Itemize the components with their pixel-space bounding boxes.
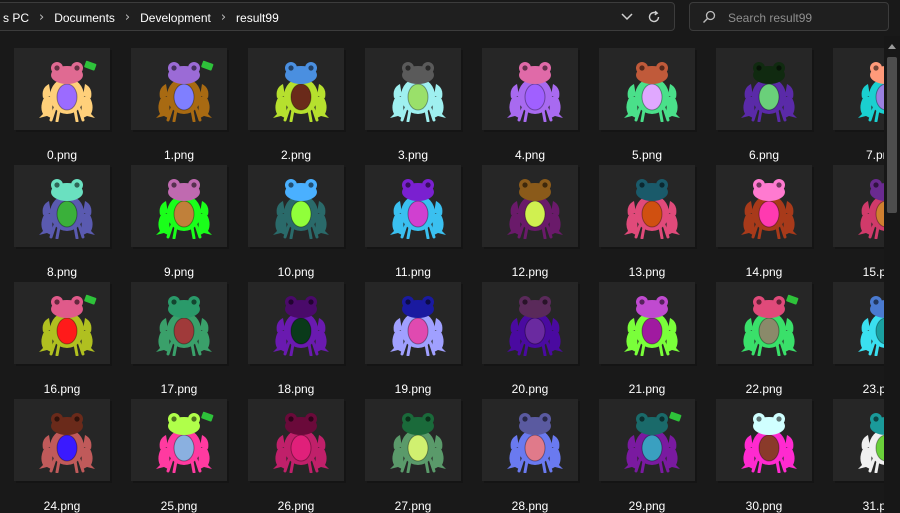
breadcrumb-documents[interactable]: Documents (52, 11, 117, 25)
file-item[interactable]: 21.png (599, 274, 695, 396)
file-item[interactable]: 29.png (599, 391, 695, 513)
frog-image-icon (507, 179, 563, 239)
file-name: 26.png (277, 499, 315, 513)
vertical-scrollbar[interactable] (884, 36, 900, 513)
file-name: 29.png (628, 499, 666, 513)
file-item[interactable]: 23.png (833, 274, 884, 396)
frog-image-icon (156, 60, 214, 122)
frog-image-icon (858, 62, 884, 122)
file-item[interactable]: 13.png (599, 157, 695, 279)
breadcrumb-result99[interactable]: result99 (234, 11, 281, 25)
file-item[interactable]: 30.png (716, 391, 812, 513)
frog-image-icon (741, 294, 799, 356)
file-item[interactable]: 24.png (14, 391, 110, 513)
chevron-down-icon (621, 13, 633, 21)
frog-image-icon (39, 179, 95, 239)
frog-image-icon (507, 413, 563, 473)
file-grid: 0.png1.png2.png3.png4.png5.png6.png 7.png… (0, 36, 884, 513)
frog-image-icon (624, 411, 682, 473)
chevron-up-icon[interactable] (888, 44, 896, 49)
breadcrumb: s PC › Documents › Development › result9… (1, 3, 281, 32)
file-item[interactable]: 17.png (131, 274, 227, 396)
file-item[interactable]: 14.png (716, 157, 812, 279)
frog-image-icon (273, 62, 329, 122)
frog-image-icon (858, 296, 884, 356)
frog-image-icon (858, 179, 884, 239)
frog-image-icon (507, 62, 563, 122)
file-item[interactable]: 12.png (482, 157, 578, 279)
file-name: 28.png (511, 499, 549, 513)
frog-image-icon (273, 413, 329, 473)
breadcrumb-chevron-icon[interactable]: › (125, 10, 130, 25)
file-item[interactable]: 15.png (833, 157, 884, 279)
address-dropdown-button[interactable] (616, 7, 638, 27)
frog-image-icon (156, 411, 214, 473)
file-item[interactable]: 3.png (365, 40, 461, 162)
file-name: 24.png (43, 499, 81, 513)
scrollbar-thumb[interactable] (887, 57, 897, 213)
file-name: 25.png (160, 499, 198, 513)
frog-image-icon (156, 179, 212, 239)
frog-image-icon (741, 413, 797, 473)
frog-image-icon (624, 179, 680, 239)
file-item[interactable]: 10.png (248, 157, 344, 279)
file-item[interactable]: 25.png (131, 391, 227, 513)
file-name: 31.png (862, 499, 884, 513)
file-item[interactable]: 31.png (833, 391, 884, 513)
frog-image-icon (390, 413, 446, 473)
file-item[interactable]: 6.png (716, 40, 812, 162)
file-item[interactable]: 11.png (365, 157, 461, 279)
file-item[interactable]: 4.png (482, 40, 578, 162)
file-item[interactable]: 28.png (482, 391, 578, 513)
frog-image-icon (156, 296, 212, 356)
file-item[interactable]: 7.png (833, 40, 884, 162)
frog-image-icon (39, 294, 97, 356)
refresh-button[interactable] (643, 7, 665, 27)
frog-image-icon (741, 62, 797, 122)
frog-image-icon (624, 296, 680, 356)
frog-image-icon (273, 296, 329, 356)
frog-image-icon (390, 179, 446, 239)
frog-image-icon (39, 60, 97, 122)
search-icon (703, 10, 716, 23)
toolbar: s PC › Documents › Development › result9… (0, 0, 900, 36)
file-item[interactable]: 20.png (482, 274, 578, 396)
file-item[interactable]: 16.png (14, 274, 110, 396)
file-name: 27.png (394, 499, 432, 513)
file-item[interactable]: 0.png (14, 40, 110, 162)
file-item[interactable]: 5.png (599, 40, 695, 162)
frog-image-icon (507, 296, 563, 356)
breadcrumb-chevron-icon[interactable]: › (221, 10, 226, 25)
file-item[interactable]: 2.png (248, 40, 344, 162)
file-item[interactable]: 22.png (716, 274, 812, 396)
file-item[interactable]: 1.png (131, 40, 227, 162)
refresh-icon (648, 10, 660, 23)
search-input[interactable] (726, 7, 888, 28)
file-name: 30.png (745, 499, 783, 513)
file-item[interactable]: 27.png (365, 391, 461, 513)
breadcrumb-chevron-icon[interactable]: › (39, 10, 44, 25)
file-item[interactable]: 26.png (248, 391, 344, 513)
file-item[interactable]: 19.png (365, 274, 461, 396)
frog-image-icon (390, 296, 446, 356)
address-bar[interactable]: s PC › Documents › Development › result9… (0, 2, 675, 31)
file-item[interactable]: 18.png (248, 274, 344, 396)
frog-image-icon (624, 62, 680, 122)
breadcrumb-this-pc[interactable]: s PC (1, 11, 31, 25)
frog-image-icon (273, 179, 329, 239)
frog-image-icon (858, 413, 884, 473)
frog-image-icon (390, 62, 446, 122)
file-item[interactable]: 8.png (14, 157, 110, 279)
file-item[interactable]: 9.png (131, 157, 227, 279)
frog-image-icon (39, 413, 95, 473)
search-box[interactable] (689, 2, 889, 31)
frog-image-icon (741, 179, 797, 239)
breadcrumb-development[interactable]: Development (138, 11, 213, 25)
